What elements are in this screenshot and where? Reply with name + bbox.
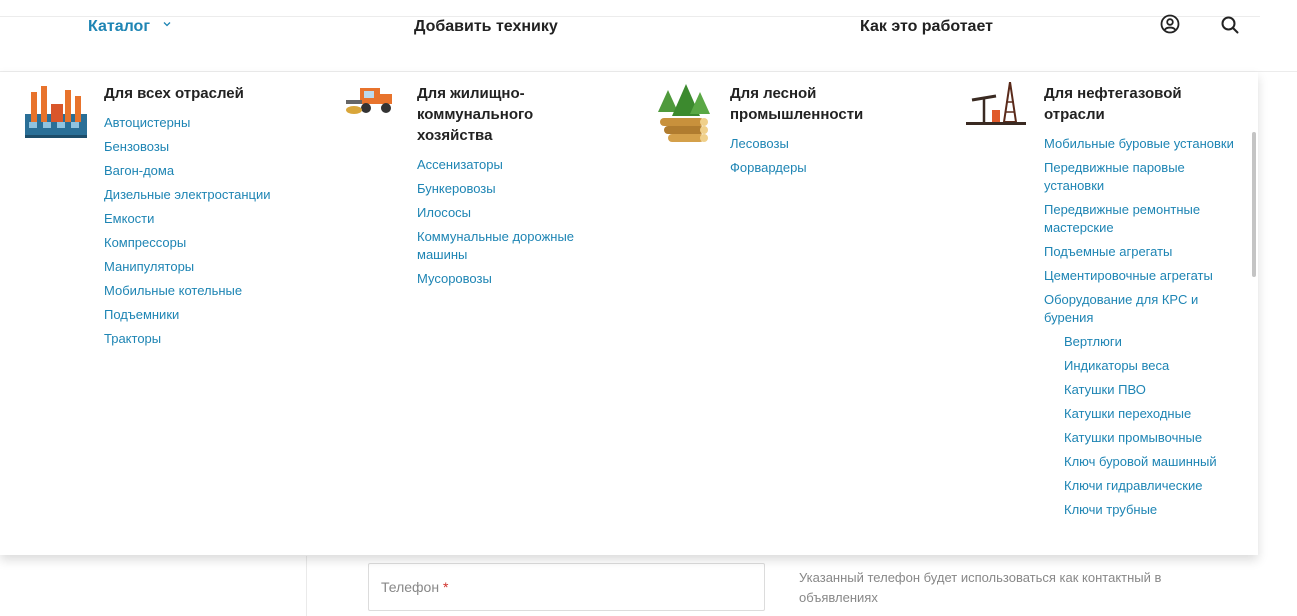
phone-placeholder: Телефон * xyxy=(381,579,449,595)
menu-column-title: Для жилищно-коммунального хозяйства xyxy=(417,85,534,144)
oil-rig-icon xyxy=(966,82,1026,125)
menu-column-title: Для всех отраслей xyxy=(104,85,244,102)
menu-item-link[interactable]: Оборудование для КРС и бурения xyxy=(1044,291,1234,327)
menu-item-link[interactable]: Форвардеры xyxy=(730,159,920,177)
menu-item-link[interactable]: Автоцистерны xyxy=(104,114,304,132)
menu-subitem-link[interactable]: Ключи трубные xyxy=(1044,501,1234,519)
nav-how-it-works[interactable]: Как это работает xyxy=(860,17,993,37)
menu-item-link[interactable]: Бензовозы xyxy=(104,138,304,156)
street-sweeper-icon xyxy=(346,88,392,114)
menu-subitem-link[interactable]: Катушки переходные xyxy=(1044,405,1234,423)
nav-catalog[interactable]: Каталог xyxy=(88,17,172,37)
required-mark: * xyxy=(442,579,449,595)
menu-item-link[interactable]: Коммунальные дорожные машины xyxy=(417,228,607,264)
menu-subitem-link[interactable]: Вертлюги xyxy=(1044,333,1234,351)
menu-list: Ассенизаторы Бункеровозы Илососы Коммунальн… xyxy=(417,156,607,294)
menu-item-link[interactable]: Мобильные буровые установки xyxy=(1044,135,1234,153)
menu-item-link[interactable]: Ассенизаторы xyxy=(417,156,607,174)
catalog-mega-menu: Для всех отраслей Автоцистерны Бензовозы В… xyxy=(0,72,1258,555)
menu-subitem-link[interactable]: Ключ буровой машинный xyxy=(1044,453,1234,471)
menu-item-link[interactable]: Компрессоры xyxy=(104,234,304,252)
content-divider xyxy=(306,556,307,616)
menu-item-link[interactable]: Илососы xyxy=(417,204,607,222)
menu-column-title: Для лесной промышленности xyxy=(730,85,864,123)
menu-subitem-link[interactable]: Катушки промывочные xyxy=(1044,429,1234,447)
menu-column-title: Для нефтегазовой отрасли xyxy=(1044,85,1182,123)
site-header xyxy=(0,17,1297,72)
menu-item-link[interactable]: Манипуляторы xyxy=(104,258,304,276)
factory-icon xyxy=(25,86,87,138)
menu-item-link[interactable]: Передвижные паровые установки xyxy=(1044,159,1234,195)
menu-item-link[interactable]: Бункеровозы xyxy=(417,180,607,198)
chevron-down-icon xyxy=(163,22,171,27)
menu-item-link[interactable]: Дизельные электростанции xyxy=(104,186,304,204)
menu-item-link[interactable]: Тракторы xyxy=(104,330,304,348)
menu-item-link[interactable]: Передвижные ремонтные мастерские xyxy=(1044,201,1234,237)
menu-scrollbar[interactable] xyxy=(1252,132,1256,277)
menu-item-link[interactable]: Мусоровозы xyxy=(417,270,607,288)
menu-item-link[interactable]: Емкости xyxy=(104,210,304,228)
user-account-icon[interactable] xyxy=(1159,13,1181,35)
forest-logs-icon xyxy=(658,84,710,142)
menu-item-link[interactable]: Вагон-дома xyxy=(104,162,304,180)
nav-catalog-label: Каталог xyxy=(88,18,150,35)
menu-item-link[interactable]: Лесовозы xyxy=(730,135,920,153)
menu-item-link[interactable]: Подъемные агрегаты xyxy=(1044,243,1234,261)
search-icon[interactable] xyxy=(1219,14,1241,36)
phone-hint: Указанный телефон будет использоваться к… xyxy=(799,570,1162,605)
menu-subitem-link[interactable]: Индикаторы веса xyxy=(1044,357,1234,375)
nav-add-equipment[interactable]: Добавить технику xyxy=(414,17,558,37)
phone-input[interactable]: Телефон * xyxy=(368,563,765,611)
menu-list: Мобильные буровые установки Передвижные п… xyxy=(1044,135,1234,525)
menu-subitem-link[interactable]: Ключи гидравлические xyxy=(1044,477,1234,495)
menu-item-link[interactable]: Мобильные котельные xyxy=(104,282,304,300)
menu-list: Лесовозы Форвардеры xyxy=(730,135,920,183)
menu-list: Автоцистерны Бензовозы Вагон-дома Дизельные… xyxy=(104,114,304,354)
menu-item-link[interactable]: Цементировочные агрегаты xyxy=(1044,267,1234,285)
menu-subitem-link[interactable]: Катушки ПВО xyxy=(1044,381,1234,399)
menu-item-link[interactable]: Подъемники xyxy=(104,306,304,324)
